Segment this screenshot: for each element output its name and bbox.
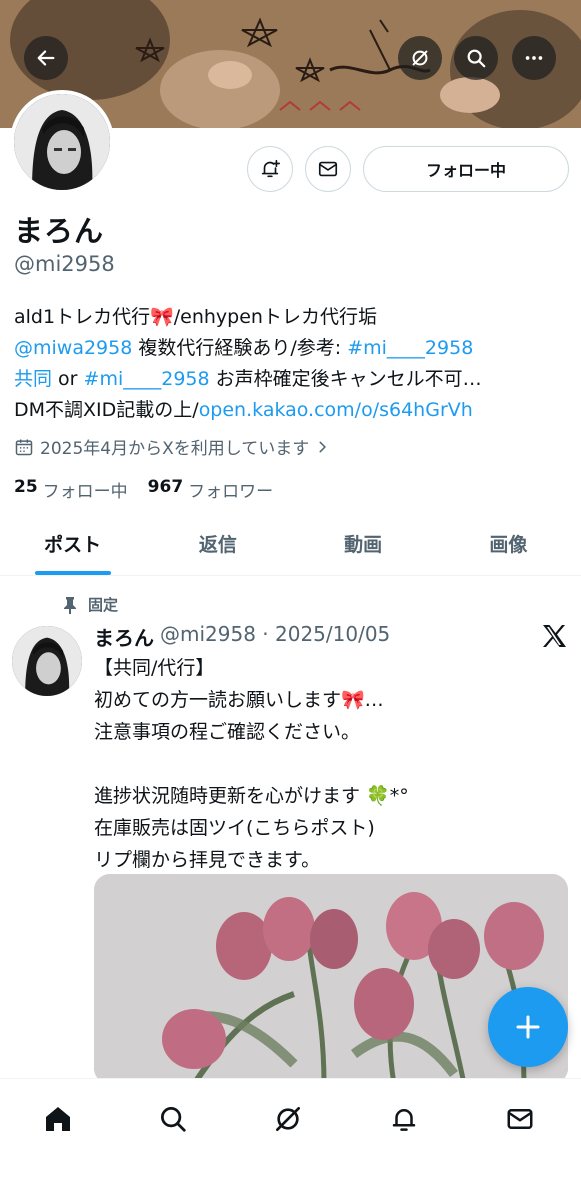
bio-line: ald1トレカ代行🎀/enhypenトレカ代行垢 (14, 301, 574, 332)
post-meta: @mi2958 · 2025/10/05 (160, 622, 391, 646)
tab-videos[interactable]: 動画 (291, 512, 436, 575)
bio-text: DM不調XID記載の上/ (14, 399, 199, 421)
url-link[interactable]: open.kakao.com/o/s64hGrVh (199, 399, 473, 421)
following-button[interactable]: フォロー中 (363, 146, 569, 192)
profile-bio: ald1トレカ代行🎀/enhypenトレカ代行垢 @miwa2958 複数代行経… (14, 301, 574, 425)
post-text: 【共同/代行】 初めての方一読お願いします🎀… 注意事項の程ご確認ください。 進… (94, 652, 409, 876)
nav-home[interactable] (38, 1099, 78, 1139)
post-line: 進捗状況随時更新を心がけます 🍀*° (94, 785, 409, 807)
tab-images[interactable]: 画像 (436, 512, 581, 575)
following-count: 25 (14, 477, 38, 497)
hashtag-link[interactable]: 共同 (14, 368, 52, 390)
notification-subscribe-button[interactable] (247, 146, 293, 192)
post-avatar-image (12, 626, 82, 696)
tab-replies[interactable]: 返信 (145, 512, 290, 575)
profile-name: まろん (14, 214, 105, 248)
compose-button[interactable] (488, 987, 568, 1067)
post-header: まろん @mi2958 · 2025/10/05 (94, 622, 390, 651)
bio-text: お声枠確定後キャンセル不可… (209, 368, 482, 390)
mail-icon (507, 1109, 533, 1129)
followers-stat[interactable]: 967 フォロワー (148, 477, 274, 502)
bio-text: 複数代行経験あり/参考: (132, 337, 348, 359)
mention-link[interactable]: @miwa2958 (14, 337, 132, 359)
nav-grok[interactable] (268, 1099, 308, 1139)
mail-icon (318, 161, 338, 177)
bio-line: DM不調XID記載の上/open.kakao.com/o/s64hGrVh (14, 394, 574, 425)
profile-tabs: ポスト 返信 動画 画像 (0, 512, 581, 576)
post-author-name[interactable]: まろん (94, 622, 154, 651)
bio-line: 共同 or #mi____2958 お声枠確定後キャンセル不可… (14, 363, 574, 394)
bottom-navigation (0, 1078, 581, 1200)
post-line: 注意事項の程ご確認ください。 (94, 721, 361, 743)
search-icon (467, 49, 486, 68)
arrow-left-icon (37, 50, 55, 66)
post-line: 初めての方一読お願いします🎀… (94, 689, 384, 711)
bio-text: ald1トレカ代行🎀/enhypenトレカ代行垢 (14, 306, 377, 328)
profile-handle: @mi2958 (14, 252, 115, 276)
following-stat[interactable]: 25 フォロー中 (14, 477, 128, 502)
home-icon (46, 1107, 70, 1131)
pinned-indicator: 固定 (62, 594, 118, 615)
search-button[interactable] (454, 36, 498, 80)
post-line: 在庫販売は固ツイ(こちらポスト) (94, 817, 375, 839)
post-avatar[interactable] (12, 626, 82, 696)
follow-stats: 25 フォロー中 967 フォロワー (14, 477, 285, 502)
tab-posts[interactable]: ポスト (0, 512, 145, 575)
followers-label: フォロワー (188, 482, 274, 502)
chevron-right-icon (319, 441, 327, 452)
grok-icon (276, 1107, 300, 1131)
pinned-label: 固定 (88, 596, 119, 614)
hashtag-link[interactable]: #mi____2958 (347, 337, 473, 359)
following-label: フォロー中 (42, 482, 128, 502)
more-icon (525, 56, 543, 60)
plus-icon (516, 1015, 540, 1039)
x-logo-icon (543, 625, 566, 647)
post-line: リプ欄から拝見できます。 (94, 849, 321, 871)
hashtag-link[interactable]: #mi____2958 (84, 368, 210, 390)
joined-date[interactable]: 2025年4月からXを利用しています (14, 434, 329, 459)
bell-plus-icon (261, 159, 280, 178)
bio-line: @miwa2958 複数代行経験あり/参考: #mi____2958 (14, 332, 574, 363)
calendar-icon (15, 439, 33, 455)
profile-avatar[interactable] (10, 90, 114, 194)
avatar-image (14, 94, 110, 190)
back-button[interactable] (24, 36, 68, 80)
grok-button[interactable] (398, 36, 442, 80)
bell-icon (392, 1109, 416, 1131)
grok-icon (412, 50, 428, 66)
bio-text: or (52, 368, 84, 390)
nav-notifications[interactable] (384, 1099, 424, 1139)
nav-messages[interactable] (500, 1099, 540, 1139)
post-line (94, 748, 409, 780)
post-line: 【共同/代行】 (94, 657, 215, 679)
nav-search[interactable] (153, 1099, 193, 1139)
pin-icon (64, 596, 76, 614)
search-icon (161, 1107, 186, 1132)
joined-text: 2025年4月からXを利用しています (40, 439, 310, 459)
message-button[interactable] (305, 146, 351, 192)
more-button[interactable] (512, 36, 556, 80)
followers-count: 967 (147, 477, 184, 497)
